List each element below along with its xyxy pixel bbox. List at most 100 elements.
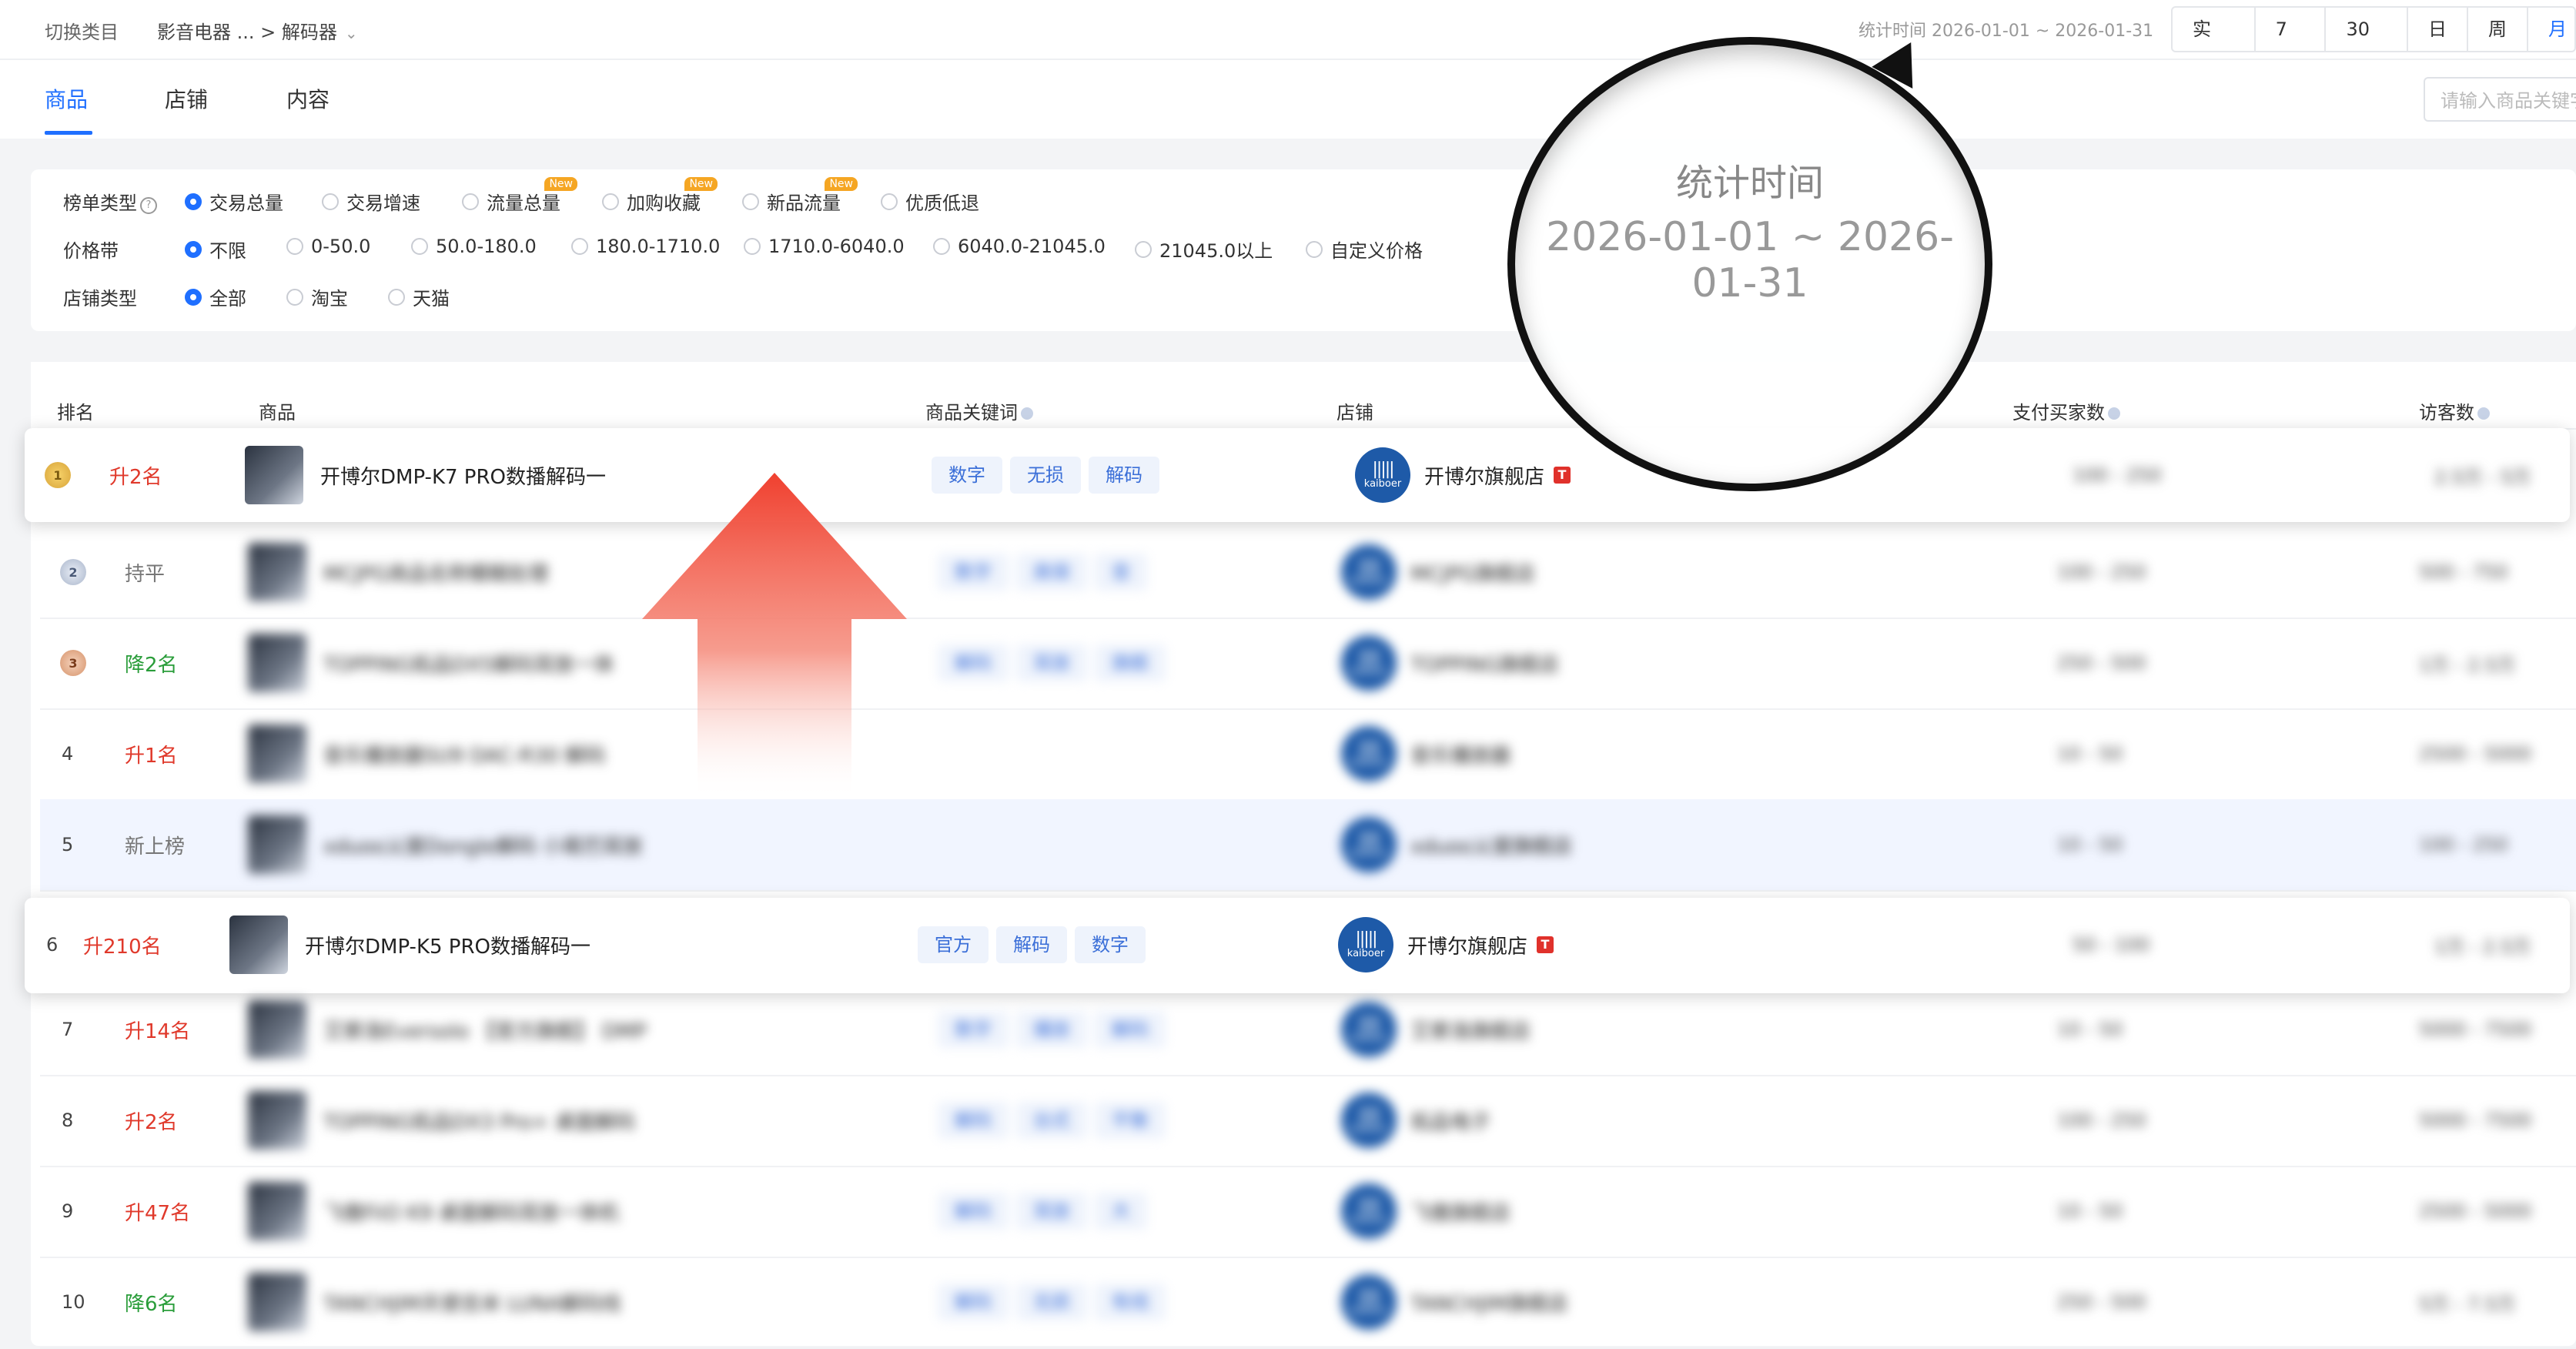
period-7d-button[interactable]: 7天 — [2256, 8, 2327, 83]
keyword-tag[interactable]: 播放 — [1016, 1011, 1087, 1048]
rank-type-option[interactable]: 交易总量 — [185, 188, 283, 215]
keyword-tag[interactable]: 解码 — [1089, 457, 1159, 494]
period-day-button[interactable]: 日 — [2408, 8, 2468, 51]
shop-name[interactable]: 飞傲旗舰店 — [1410, 1197, 1510, 1226]
keyword-tag[interactable]: 高保 — [1016, 554, 1087, 591]
keyword-tag[interactable]: 平衡 — [1095, 1102, 1166, 1139]
price-band-option[interactable]: 不限 — [185, 236, 246, 263]
price-band-option[interactable]: 6040.0-21045.0 — [933, 236, 1106, 257]
table-row[interactable]: 4 升1名 音乐播放器SU9 DAC-R30 解码 ||||| kaiboer 音… — [40, 708, 2576, 801]
price-band-option[interactable]: 自定义价格 — [1306, 236, 1423, 263]
keyword-tag[interactable]: 耳放 — [1016, 644, 1087, 681]
period-week-button[interactable]: 周 — [2468, 8, 2528, 51]
keyword-tag[interactable]: 有线 — [1095, 1284, 1166, 1321]
price-band-option[interactable]: 50.0-180.0 — [411, 236, 537, 257]
tab-shop[interactable]: 店铺 — [165, 83, 208, 114]
product-name[interactable]: MCJPG商品名称模糊处理 — [323, 558, 548, 587]
table-row[interactable]: 1 升2名 开博尔DMP-K7 PRO数播解码一 数字 无损 解码 ||||| kai… — [25, 428, 2570, 522]
product-name[interactable]: TOPPING拓品DX3 Pro+ 桌面解码 — [323, 1106, 635, 1135]
shop-type-option[interactable]: 全部 — [185, 283, 246, 310]
period-month-button[interactable]: 月 — [2528, 8, 2574, 51]
shop-type-option[interactable]: 天猫 — [388, 283, 450, 310]
keyword-tag[interactable]: 数字 — [1075, 926, 1146, 963]
switch-category-link[interactable]: 切换类目 — [45, 17, 119, 44]
rank-type-option[interactable]: 优质低退 — [881, 188, 979, 215]
keyword-tag[interactable]: 解码 — [1095, 1011, 1166, 1048]
keyword-tag[interactable]: 解码 — [996, 926, 1067, 963]
shop-cell[interactable]: ||||| kaiboer xduoo乂度旗舰店 — [1341, 799, 1572, 890]
shop-cell[interactable]: ||||| kaiboer MCJPG旗舰店 — [1341, 527, 1535, 618]
table-row[interactable]: 10 降6名 TANCHJIM天使吉米 LUNA解码线 解码 无损 有线 |||||… — [40, 1257, 2576, 1349]
shop-name[interactable]: TOPPING旗舰店 — [1410, 649, 1559, 678]
table-row[interactable]: 5 新上榜 xduoo乂度Dongle解码 小尾巴耳放 ||||| kaiboer… — [40, 799, 2576, 892]
product-cell[interactable]: TOPPING拓品DX3 Pro+ 桌面解码 — [248, 1075, 635, 1166]
product-name[interactable]: 音乐播放器SU9 DAC-R30 解码 — [323, 740, 605, 768]
keyword-tag[interactable]: 耳放 — [1016, 1193, 1087, 1230]
product-name[interactable]: TOPPING拓品DX5解码耳放一体 — [323, 649, 614, 678]
product-name[interactable]: 飞傲FiiO K9 桌面解码耳放一体机 — [323, 1197, 619, 1226]
keyword-tag[interactable]: 无损 — [1016, 1284, 1087, 1321]
keyword-tag[interactable]: 解码 — [938, 1284, 1009, 1321]
table-row[interactable]: 2 持平 MCJPG商品名称模糊处理 数字 高保音 ||||| kaiboer MC… — [40, 527, 2576, 619]
keyword-tag[interactable]: 数字 — [938, 554, 1009, 591]
table-row[interactable]: 9 升47名 飞傲FiiO K9 桌面解码耳放一体机 解码 耳放大 ||||| ka… — [40, 1166, 2576, 1258]
shop-name[interactable]: 开博尔旗舰店 — [1424, 461, 1544, 490]
header-visitors[interactable]: 访客数 — [2419, 397, 2490, 424]
shop-name[interactable]: 开博尔旗舰店 — [1407, 931, 1527, 959]
shop-cell[interactable]: ||||| kaiboer 拓品电子 — [1341, 1075, 1490, 1166]
shop-cell[interactable]: ||||| kaiboer 飞傲旗舰店 — [1341, 1166, 1510, 1257]
header-buyers[interactable]: 支付买家数 — [2012, 397, 2120, 424]
keyword-tag[interactable]: 数字 — [938, 1011, 1009, 1048]
keyword-tag[interactable]: 旗舰 — [1095, 644, 1166, 681]
rank-type-option[interactable]: 新品流量 New — [742, 177, 858, 215]
price-band-option[interactable]: 21045.0以上 — [1135, 236, 1273, 263]
product-name[interactable]: 开博尔DMP-K5 PRO数播解码一 — [305, 931, 590, 959]
price-band-option[interactable]: 0-50.0 — [286, 236, 370, 257]
shop-name[interactable]: 拓品电子 — [1410, 1106, 1490, 1135]
product-search-input[interactable]: 请输入商品关键字 — [2424, 77, 2576, 122]
product-name[interactable]: TANCHJIM天使吉米 LUNA解码线 — [323, 1288, 621, 1317]
shop-cell[interactable]: ||||| kaiboer 音乐播放器 — [1341, 708, 1510, 799]
product-cell[interactable]: 音乐播放器SU9 DAC-R30 解码 — [248, 708, 605, 799]
product-cell[interactable]: xduoo乂度Dongle解码 小尾巴耳放 — [248, 799, 643, 890]
period-30d-button[interactable]: 30天 — [2326, 8, 2408, 83]
keyword-tag[interactable]: 大 — [1095, 1193, 1147, 1230]
category-breadcrumb[interactable]: 影音电器 ... > 解码器 ⌄ — [157, 17, 358, 44]
product-cell[interactable]: TOPPING拓品DX5解码耳放一体 — [248, 618, 614, 708]
keyword-tag[interactable]: 台式 — [1016, 1102, 1087, 1139]
product-name[interactable]: 开博尔DMP-K7 PRO数播解码一 — [320, 461, 606, 490]
shop-cell[interactable]: ||||| kaiboer 开博尔旗舰店 T — [1355, 428, 1571, 522]
keyword-tag[interactable]: 解码 — [938, 1193, 1009, 1230]
keyword-tag[interactable]: 解码 — [938, 1102, 1009, 1139]
period-realtime-button[interactable]: 实 时 — [2173, 8, 2256, 83]
shop-type-option[interactable]: 淘宝 — [286, 283, 348, 310]
product-cell[interactable]: 开博尔DMP-K5 PRO数播解码一 — [229, 898, 590, 992]
keyword-tag[interactable]: 官方 — [918, 926, 989, 963]
shop-name[interactable]: MCJPG旗舰店 — [1410, 558, 1535, 587]
price-band-option[interactable]: 180.0-1710.0 — [571, 236, 720, 257]
shop-cell[interactable]: ||||| kaiboer TOPPING旗舰店 — [1341, 618, 1559, 708]
price-band-option[interactable]: 1710.0-6040.0 — [744, 236, 905, 257]
table-row[interactable]: 8 升2名 TOPPING拓品DX3 Pro+ 桌面解码 解码 台式 平衡 ||||… — [40, 1075, 2576, 1167]
help-icon[interactable]: ? — [140, 197, 157, 214]
shop-name[interactable]: xduoo乂度旗舰店 — [1410, 831, 1572, 859]
table-row[interactable]: 6 升210名 开博尔DMP-K5 PRO数播解码一 官方 解码 数字 ||||| k… — [25, 898, 2570, 993]
keyword-tag[interactable]: 音 — [1095, 554, 1147, 591]
rank-type-option[interactable]: 加购收藏 New — [602, 177, 718, 215]
shop-name[interactable]: 音乐播放器 — [1410, 740, 1510, 768]
product-name[interactable]: 艾索洛Eversolo 【官方旗舰】 DMP — [323, 1016, 647, 1044]
product-cell[interactable]: TANCHJIM天使吉米 LUNA解码线 — [248, 1257, 621, 1347]
product-cell[interactable]: 艾索洛Eversolo 【官方旗舰】 DMP — [248, 984, 647, 1075]
shop-cell[interactable]: ||||| kaiboer 艾索洛旗舰店 — [1341, 984, 1531, 1075]
keyword-tag[interactable]: 解码 — [938, 644, 1009, 681]
keyword-tag[interactable]: 无损 — [1010, 457, 1081, 494]
shop-name[interactable]: TANCHJIM旗舰店 — [1410, 1288, 1568, 1317]
product-cell[interactable]: 开博尔DMP-K7 PRO数播解码一 — [245, 428, 606, 522]
product-name[interactable]: xduoo乂度Dongle解码 小尾巴耳放 — [323, 831, 643, 859]
shop-name[interactable]: 艾索洛旗舰店 — [1410, 1016, 1531, 1044]
table-row[interactable]: 7 升14名 艾索洛Eversolo 【官方旗舰】 DMP 数字 播放 解码 |||… — [40, 984, 2576, 1076]
tab-product[interactable]: 商品 — [45, 83, 88, 114]
product-cell[interactable]: MCJPG商品名称模糊处理 — [248, 527, 548, 618]
product-cell[interactable]: 飞傲FiiO K9 桌面解码耳放一体机 — [248, 1166, 619, 1257]
shop-cell[interactable]: ||||| kaiboer TANCHJIM旗舰店 — [1341, 1257, 1568, 1347]
